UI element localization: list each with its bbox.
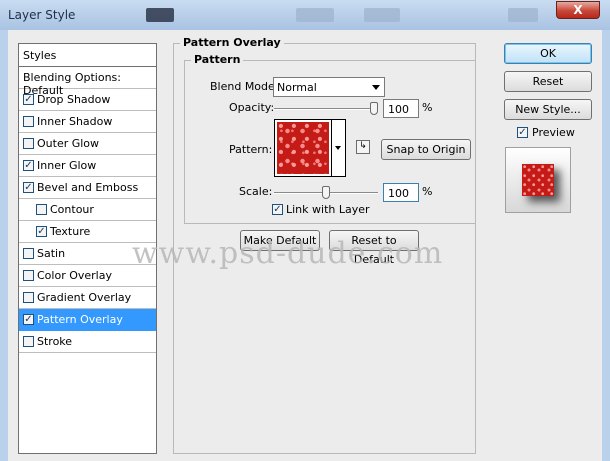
style-item-pattern-overlay[interactable]: Pattern Overlay <box>19 309 156 331</box>
styles-header[interactable]: Styles <box>19 44 156 67</box>
chevron-down-icon <box>372 85 380 90</box>
style-item-label: Bevel and Emboss <box>37 181 138 194</box>
scale-unit: % <box>422 185 432 198</box>
style-item-blending-options-default[interactable]: Blending Options: Default <box>19 67 156 89</box>
blurred-titlebar-item <box>364 8 400 22</box>
new-style-button[interactable]: New Style... <box>504 99 592 120</box>
style-item-label: Texture <box>50 225 90 238</box>
blend-mode-select[interactable]: Normal <box>273 77 385 97</box>
scale-label: Scale: <box>239 185 272 198</box>
scale-slider-thumb[interactable] <box>322 186 330 199</box>
pattern-dropdown-button[interactable] <box>332 119 346 177</box>
style-item-drop-shadow[interactable]: Drop Shadow <box>19 89 156 111</box>
style-item-checkbox[interactable] <box>36 226 47 237</box>
link-with-layer-checkbox[interactable] <box>272 204 283 215</box>
watermark-text: www.psd-dude.com <box>132 236 443 271</box>
style-item-contour[interactable]: Contour <box>19 199 156 221</box>
style-item-checkbox[interactable] <box>23 270 34 281</box>
style-preview-swatch <box>522 164 554 196</box>
style-item-checkbox[interactable] <box>23 292 34 303</box>
scale-value: 100 <box>388 187 409 200</box>
style-item-label: Inner Shadow <box>37 115 112 128</box>
close-button[interactable]: X <box>556 1 600 19</box>
style-item-checkbox[interactable] <box>23 94 34 105</box>
preview-checkbox[interactable] <box>517 127 528 138</box>
opacity-unit: % <box>422 101 432 114</box>
pattern-picker[interactable] <box>274 119 332 177</box>
title-bar[interactable]: Layer Style X <box>0 0 610 30</box>
opacity-label: Opacity: <box>229 101 274 114</box>
style-item-checkbox[interactable] <box>23 336 34 347</box>
style-item-label: Gradient Overlay <box>37 291 131 304</box>
blurred-titlebar-item <box>146 8 174 22</box>
link-with-layer-label: Link with Layer <box>286 203 370 216</box>
reset-button[interactable]: Reset <box>504 71 592 92</box>
pattern-label: Pattern: <box>229 143 272 156</box>
blend-mode-label: Blend Mode: <box>210 80 279 93</box>
pattern-subgroup: Pattern Blend Mode: Normal Opacity: 100 … <box>184 60 476 224</box>
style-item-checkbox[interactable] <box>23 160 34 171</box>
pattern-swatch <box>277 122 329 174</box>
style-item-label: Contour <box>50 203 94 216</box>
style-item-bevel-and-emboss[interactable]: Bevel and Emboss <box>19 177 156 199</box>
window-title: Layer Style <box>8 8 75 22</box>
style-item-label: Drop Shadow <box>37 93 110 106</box>
opacity-value: 100 <box>388 103 409 116</box>
style-item-checkbox[interactable] <box>23 314 34 325</box>
new-preset-icon[interactable]: ↳ <box>356 140 370 154</box>
style-item-checkbox[interactable] <box>23 248 34 259</box>
pattern-overlay-title: Pattern Overlay <box>180 36 284 49</box>
style-item-checkbox[interactable] <box>23 116 34 127</box>
opacity-slider-track[interactable] <box>274 108 378 110</box>
style-preview <box>505 147 571 213</box>
ok-button[interactable]: OK <box>504 43 592 64</box>
opacity-slider-thumb[interactable] <box>370 102 378 115</box>
style-item-inner-glow[interactable]: Inner Glow <box>19 155 156 177</box>
style-item-label: Satin <box>37 247 65 260</box>
style-item-gradient-overlay[interactable]: Gradient Overlay <box>19 287 156 309</box>
style-item-label: Pattern Overlay <box>37 313 123 326</box>
scale-input[interactable]: 100 <box>383 183 419 202</box>
style-item-checkbox[interactable] <box>36 204 47 215</box>
blurred-titlebar-item <box>508 8 538 22</box>
style-item-stroke[interactable]: Stroke <box>19 331 156 353</box>
style-item-outer-glow[interactable]: Outer Glow <box>19 133 156 155</box>
opacity-input[interactable]: 100 <box>383 99 419 118</box>
style-item-checkbox[interactable] <box>23 182 34 193</box>
preview-label: Preview <box>532 126 575 139</box>
blurred-titlebar-item <box>296 8 334 22</box>
style-item-label: Outer Glow <box>37 137 99 150</box>
style-item-checkbox[interactable] <box>23 138 34 149</box>
pattern-subgroup-title: Pattern <box>191 53 243 66</box>
styles-header-label: Styles <box>23 49 56 62</box>
style-item-inner-shadow[interactable]: Inner Shadow <box>19 111 156 133</box>
style-item-label: Stroke <box>37 335 72 348</box>
layer-style-window: Layer Style X Styles Blending Options: D… <box>0 0 610 461</box>
blend-mode-value: Normal <box>277 81 317 94</box>
style-item-label: Inner Glow <box>37 159 96 172</box>
style-item-label: Color Overlay <box>37 269 112 282</box>
snap-to-origin-button[interactable]: Snap to Origin <box>381 139 471 160</box>
